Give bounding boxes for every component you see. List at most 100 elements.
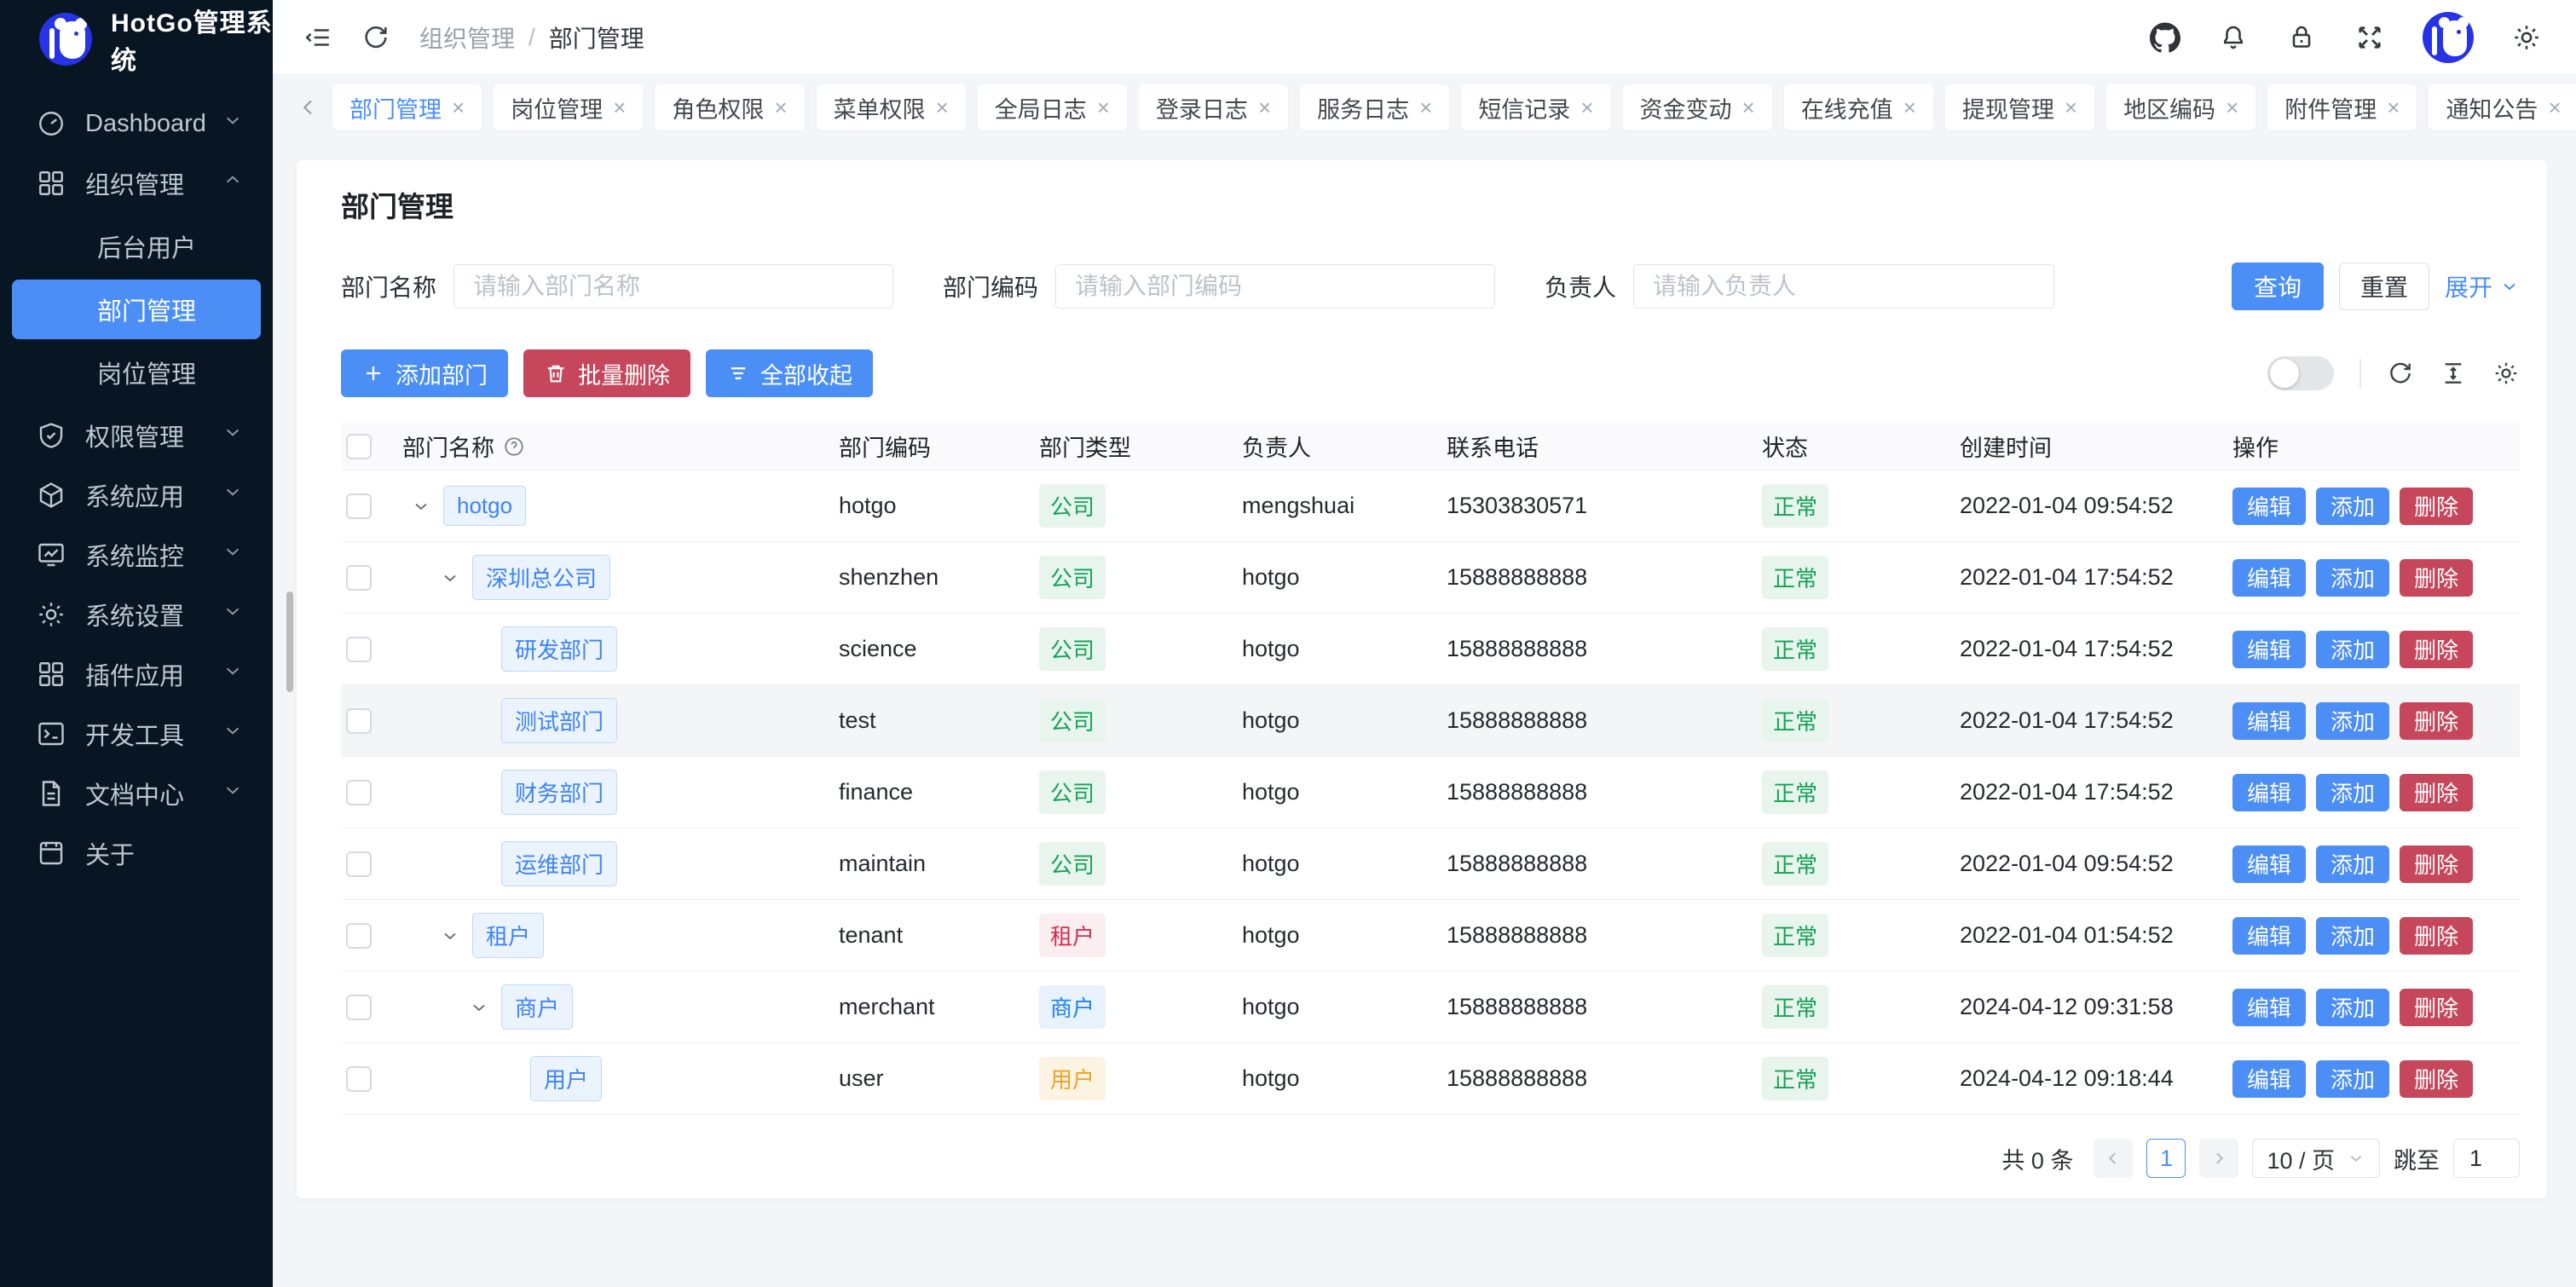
close-icon[interactable]: × <box>452 96 465 118</box>
tab-sms-records[interactable]: 短信记录× <box>1461 84 1610 130</box>
sidebar-item-dashboard[interactable]: Dashboard <box>0 94 273 153</box>
delete-button[interactable]: 删除 <box>2400 488 2473 525</box>
sidebar-item-docs-center[interactable]: 文档中心 <box>0 764 273 823</box>
row-checkbox[interactable] <box>346 995 372 1020</box>
tab-menu-permissions[interactable]: 菜单权限× <box>817 84 966 130</box>
pagination-page-1[interactable]: 1 <box>2146 1139 2186 1178</box>
select-all-checkbox[interactable] <box>346 434 372 459</box>
department-name-tag[interactable]: 研发部门 <box>501 626 617 672</box>
table-row[interactable]: 财务部门 finance 公司 hotgo 15888888888 正常 202… <box>341 757 2520 828</box>
batch-delete-button[interactable]: 批量删除 <box>523 349 690 397</box>
menu-fold-icon[interactable] <box>303 23 332 52</box>
close-icon[interactable]: × <box>2548 96 2561 118</box>
table-row[interactable]: 商户 merchant 商户 hotgo 15888888888 正常 2024… <box>341 972 2520 1043</box>
sidebar-item-organization[interactable]: 组织管理 <box>0 153 273 213</box>
tab-department-management[interactable]: 部门管理× <box>332 84 482 130</box>
tab-funds-changes[interactable]: 资金变动× <box>1623 84 1772 130</box>
refresh-icon[interactable] <box>361 23 390 52</box>
tab-login-logs[interactable]: 登录日志× <box>1139 84 1288 130</box>
expand-link[interactable]: 展开 <box>2445 269 2520 303</box>
row-checkbox[interactable] <box>346 780 372 805</box>
owner-input[interactable] <box>1633 264 2054 309</box>
close-icon[interactable]: × <box>1097 96 1110 118</box>
edit-button[interactable]: 编辑 <box>2232 631 2306 668</box>
delete-button[interactable]: 删除 <box>2400 989 2473 1026</box>
table-row[interactable]: 用户 user 用户 hotgo 15888888888 正常 2024-04-… <box>341 1043 2520 1115</box>
lock-icon[interactable] <box>2286 22 2317 53</box>
add-button[interactable]: 添加 <box>2316 702 2389 740</box>
delete-button[interactable]: 删除 <box>2400 1060 2473 1098</box>
edit-button[interactable]: 编辑 <box>2232 702 2306 740</box>
tree-collapse-icon[interactable] <box>440 926 472 946</box>
table-row[interactable]: 研发部门 science 公司 hotgo 15888888888 正常 202… <box>341 614 2520 685</box>
help-icon[interactable] <box>503 436 525 458</box>
user-avatar[interactable] <box>2423 12 2474 63</box>
table-row[interactable]: hotgo hotgo 公司 mengshuai 15303830571 正常 … <box>341 470 2520 542</box>
department-name-input[interactable] <box>453 264 893 309</box>
edit-button[interactable]: 编辑 <box>2232 845 2306 883</box>
row-checkbox[interactable] <box>346 637 372 662</box>
tab-online-recharge[interactable]: 在线充值× <box>1784 84 1933 130</box>
department-name-tag[interactable]: 财务部门 <box>501 770 617 815</box>
fullscreen-icon[interactable] <box>2354 22 2385 53</box>
pagination-prev-button[interactable] <box>2094 1139 2133 1178</box>
sidebar-item-plugin-apps[interactable]: 插件应用 <box>0 644 273 704</box>
striped-toggle[interactable] <box>2267 356 2334 390</box>
table-row[interactable]: 运维部门 maintain 公司 hotgo 15888888888 正常 20… <box>341 828 2520 900</box>
close-icon[interactable]: × <box>1258 96 1271 118</box>
github-icon[interactable] <box>2150 22 2180 53</box>
tab-role-permissions[interactable]: 角色权限× <box>655 84 804 130</box>
pagination-next-button[interactable] <box>2199 1139 2238 1178</box>
close-icon[interactable]: × <box>613 96 626 118</box>
add-button[interactable]: 添加 <box>2316 631 2389 668</box>
sidebar-item-permissions[interactable]: 权限管理 <box>0 406 273 465</box>
edit-button[interactable]: 编辑 <box>2232 774 2306 811</box>
tabs-scroll-left-icon[interactable] <box>297 95 321 119</box>
tab-notice-announcement[interactable]: 通知公告× <box>2429 84 2576 130</box>
close-icon[interactable]: × <box>1580 96 1593 118</box>
close-icon[interactable]: × <box>2065 96 2077 118</box>
reset-button[interactable]: 重置 <box>2339 263 2429 310</box>
row-checkbox[interactable] <box>346 851 372 877</box>
department-name-tag[interactable]: 商户 <box>501 984 573 1030</box>
add-button[interactable]: 添加 <box>2316 1060 2389 1098</box>
department-code-input[interactable] <box>1055 264 1495 309</box>
close-icon[interactable]: × <box>2387 96 2400 118</box>
tab-position-management[interactable]: 岗位管理× <box>494 84 643 130</box>
row-checkbox[interactable] <box>346 1066 372 1092</box>
table-row[interactable]: 租户 tenant 租户 hotgo 15888888888 正常 2022-0… <box>341 900 2520 972</box>
close-icon[interactable]: × <box>936 96 949 118</box>
edit-button[interactable]: 编辑 <box>2232 488 2306 525</box>
sidebar-item-dev-tools[interactable]: 开发工具 <box>0 704 273 764</box>
add-button[interactable]: 添加 <box>2316 989 2389 1026</box>
close-icon[interactable]: × <box>1903 96 1916 118</box>
tab-global-logs[interactable]: 全局日志× <box>978 84 1127 130</box>
edit-button[interactable]: 编辑 <box>2232 917 2306 955</box>
department-name-tag[interactable]: 用户 <box>530 1056 602 1101</box>
sidebar-item-about[interactable]: 关于 <box>0 823 273 883</box>
delete-button[interactable]: 删除 <box>2400 702 2473 740</box>
delete-button[interactable]: 删除 <box>2400 559 2473 597</box>
breadcrumb-parent[interactable]: 组织管理 <box>419 20 515 55</box>
department-name-tag[interactable]: hotgo <box>443 486 526 526</box>
tab-region-codes[interactable]: 地区编码× <box>2106 84 2255 130</box>
tab-service-logs[interactable]: 服务日志× <box>1300 84 1449 130</box>
tab-attachment-management[interactable]: 附件管理× <box>2267 84 2417 130</box>
add-button[interactable]: 添加 <box>2316 917 2389 955</box>
breadcrumb-current[interactable]: 部门管理 <box>549 20 644 55</box>
edit-button[interactable]: 编辑 <box>2232 989 2306 1026</box>
sidebar-item-department-management[interactable]: 部门管理 <box>12 280 261 339</box>
tree-collapse-icon[interactable] <box>469 997 501 1018</box>
department-name-tag[interactable]: 深圳总公司 <box>472 555 610 600</box>
tree-collapse-icon[interactable] <box>440 568 472 588</box>
jump-to-input[interactable] <box>2453 1139 2520 1178</box>
edit-button[interactable]: 编辑 <box>2232 559 2306 597</box>
row-checkbox[interactable] <box>346 923 372 949</box>
add-button[interactable]: 添加 <box>2316 845 2389 883</box>
table-row[interactable]: 深圳总公司 shenzhen 公司 hotgo 15888888888 正常 2… <box>341 542 2520 614</box>
settings-gear-icon[interactable] <box>2511 22 2542 53</box>
sidebar-item-system-settings[interactable]: 系统设置 <box>0 585 273 644</box>
delete-button[interactable]: 删除 <box>2400 774 2473 811</box>
add-button[interactable]: 添加 <box>2316 488 2389 525</box>
close-icon[interactable]: × <box>2226 96 2238 118</box>
